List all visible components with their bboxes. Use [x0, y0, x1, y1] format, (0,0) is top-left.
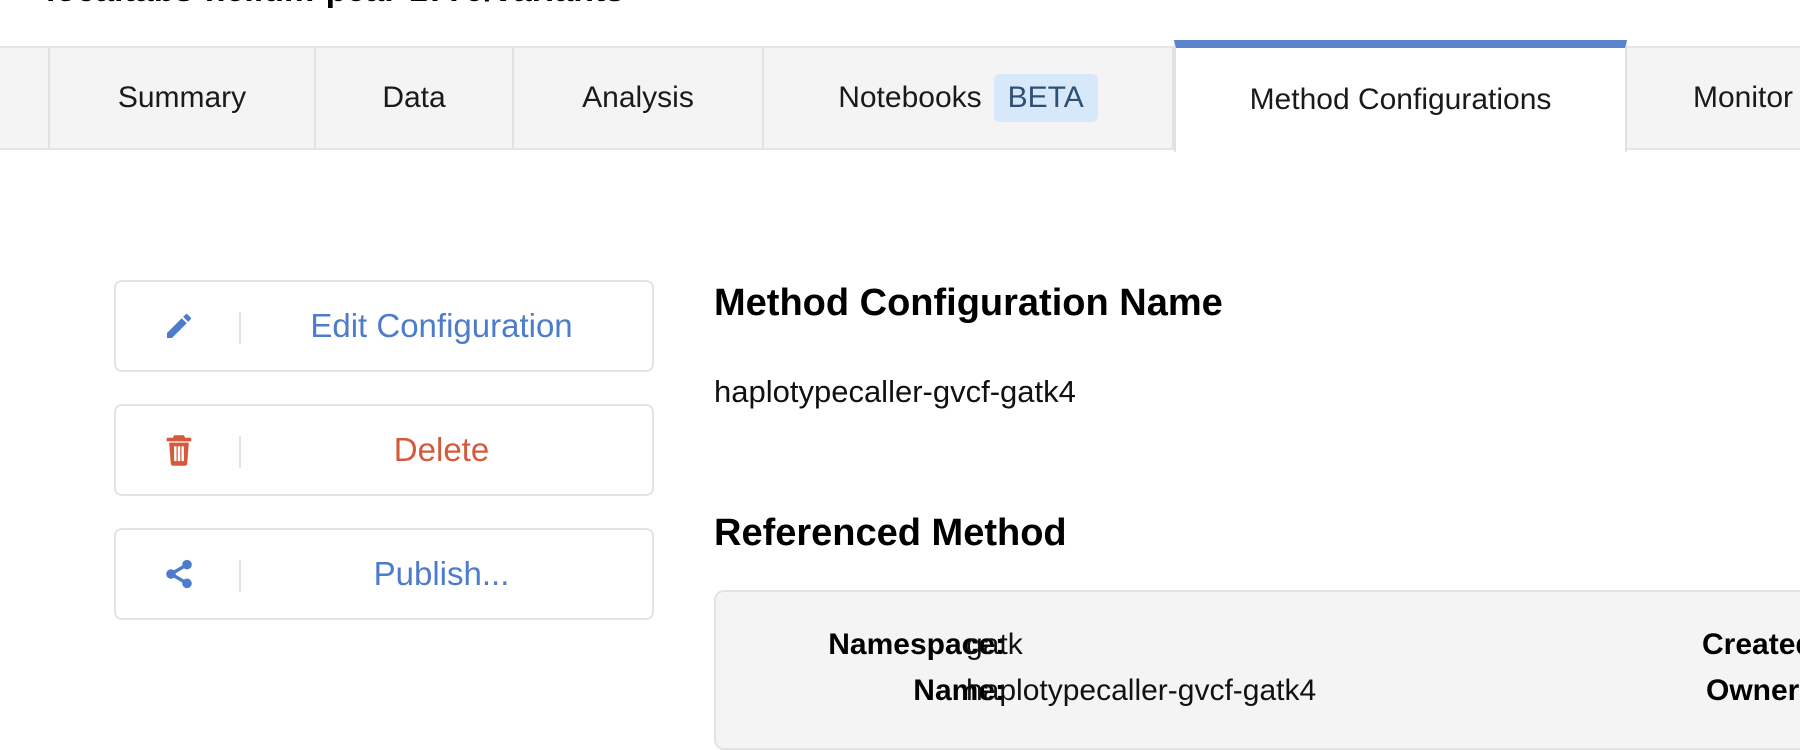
tab-method-configurations[interactable]: Method Configurations — [1174, 40, 1627, 152]
tab-monitor[interactable]: Monitor — [1627, 48, 1800, 148]
publish-button[interactable]: Publish... — [114, 528, 654, 620]
namespace-value: gatk — [966, 628, 1023, 661]
method-configuration-name-heading: Method Configuration Name — [714, 282, 1223, 324]
tab-notebooks-label: Notebooks — [838, 81, 982, 114]
tab-method-configurations-label: Method Configurations — [1249, 83, 1552, 116]
created-label: Created: — [1702, 628, 1800, 661]
name-value: haplotypecaller-gvcf-gatk4 — [966, 674, 1317, 707]
edit-configuration-label: Edit Configuration — [310, 307, 573, 344]
method-configuration-name-value: haplotypecaller-gvcf-gatk4 — [714, 374, 1076, 409]
tab-summary[interactable]: Summary — [50, 48, 316, 148]
beta-badge: BETA — [993, 74, 1098, 122]
referenced-method-heading: Referenced Method — [714, 512, 1067, 554]
tab-summary-label: Summary — [117, 81, 247, 114]
delete-button[interactable]: Delete — [114, 404, 654, 496]
tab-data[interactable]: Data — [316, 48, 514, 148]
tab-notebooks[interactable]: Notebooks BETA — [764, 48, 1174, 148]
tab-data-label: Data — [382, 81, 446, 114]
trash-icon — [116, 406, 241, 494]
delete-label: Delete — [393, 431, 490, 468]
pencil-icon — [116, 282, 241, 370]
publish-label: Publish... — [373, 555, 510, 592]
referenced-method-panel: Namespace: gatk Name: haplotypecaller-gv… — [714, 590, 1800, 750]
tab-analysis[interactable]: Analysis — [514, 48, 764, 148]
tab-analysis-label: Analysis — [582, 81, 694, 114]
owners-label: Owners: — [1706, 674, 1800, 707]
edit-configuration-button[interactable]: Edit Configuration — [114, 280, 654, 372]
tab-bar: Summary Data Analysis Notebooks BETA Met… — [0, 40, 1800, 152]
tab-stub — [0, 48, 50, 148]
workspace-title: localtabs-helium-pear-1779/variants — [46, 0, 624, 10]
share-icon — [116, 530, 241, 618]
tab-monitor-label: Monitor — [1693, 81, 1794, 114]
